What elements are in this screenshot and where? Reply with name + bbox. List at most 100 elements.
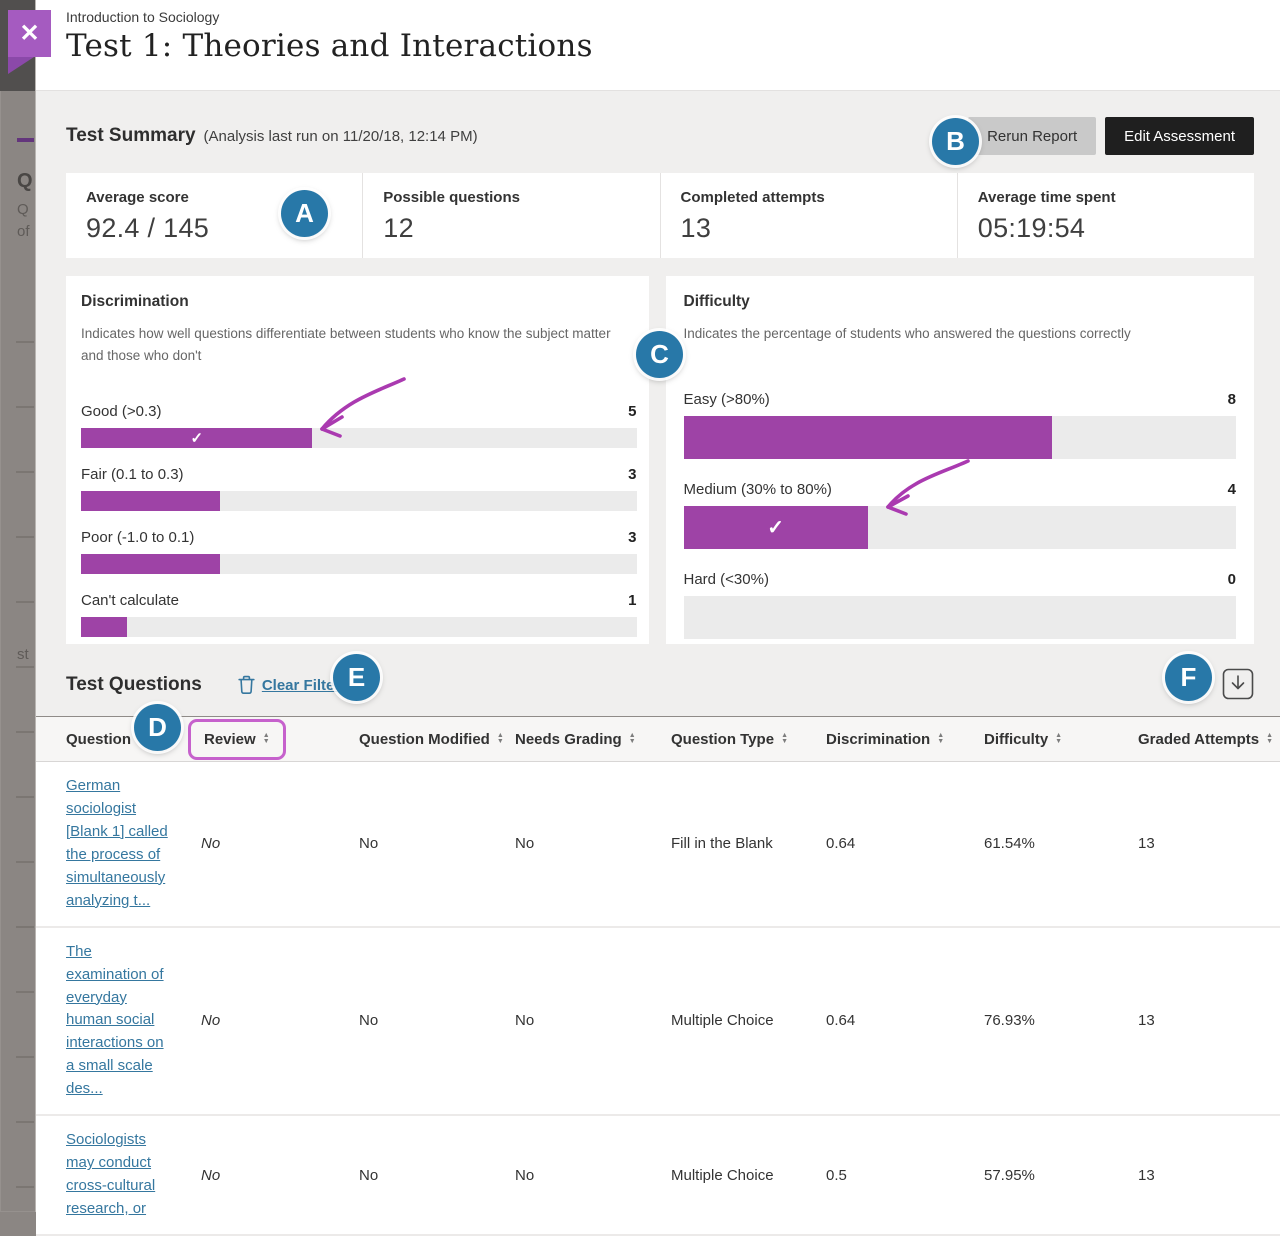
question-cell: German sociologist [Blank 1] called the … — [36, 775, 201, 913]
discrimination-chart: Discrimination Indicates how well questi… — [66, 276, 649, 644]
sort-icon: ▲▼ — [1055, 733, 1062, 745]
bar-track: ✓ — [81, 428, 637, 448]
discrimination-cell: 0.5 — [826, 1167, 984, 1184]
bar-count: 8 — [1228, 391, 1236, 408]
column-header-discrimination[interactable]: Discrimination ▲▼ — [826, 731, 984, 748]
table-row: The examination of everyday human social… — [36, 928, 1280, 1117]
summary-actions: Rerun Report Edit Assessment — [968, 117, 1254, 155]
stat-completed-attempts: Completed attempts 13 — [660, 173, 957, 258]
bar-category-label: Easy (>80%) — [684, 391, 770, 408]
question-modified-cell: No — [359, 835, 515, 852]
question-modified-cell: No — [359, 1167, 515, 1184]
needs-grading-cell: No — [515, 835, 671, 852]
column-label: Question Type — [671, 731, 774, 748]
column-label: Graded Attempts — [1138, 731, 1259, 748]
test-summary-bar: Test Summary (Analysis last run on 11/20… — [66, 115, 1254, 157]
bar-fill — [81, 491, 220, 511]
stat-label: Completed attempts — [681, 189, 937, 206]
sort-icon: ▲▼ — [497, 733, 504, 745]
discrimination-cell: 0.64 — [826, 1012, 984, 1029]
bar-group: Medium (30% to 80%)4✓ — [684, 481, 1237, 549]
discrimination-cell: 0.64 — [826, 835, 984, 852]
bar-track — [684, 416, 1237, 459]
sort-icon: ▲▼ — [629, 733, 636, 745]
test-summary-heading: Test Summary — [66, 125, 196, 147]
page: { "page": { "course": "Introduction to S… — [0, 0, 1280, 1212]
stat-possible-questions: Possible questions 12 — [362, 173, 659, 258]
check-icon: ✓ — [767, 515, 784, 540]
question-link[interactable]: The examination of everyday human social… — [66, 941, 173, 1102]
backdrop-text-fragment: Q — [17, 201, 29, 218]
bar-category-label: Good (>0.3) — [81, 403, 161, 420]
question-type-cell: Multiple Choice — [671, 1012, 826, 1029]
table-body: German sociologist [Blank 1] called the … — [36, 762, 1280, 1236]
bar-fill — [81, 617, 127, 637]
bar-category-label: Medium (30% to 80%) — [684, 481, 832, 498]
bar-track — [81, 491, 637, 511]
difficulty-cell: 57.95% — [984, 1167, 1138, 1184]
charts-row: Discrimination Indicates how well questi… — [66, 276, 1254, 644]
question-link[interactable]: German sociologist [Blank 1] called the … — [66, 775, 173, 913]
stat-label: Average score — [86, 189, 342, 206]
column-label: Difficulty — [984, 731, 1048, 748]
column-label: Review — [204, 731, 256, 748]
question-link[interactable]: Sociologists may conduct cross-cultural … — [66, 1129, 173, 1221]
graded-attempts-cell: 13 — [1138, 1167, 1280, 1184]
chart-title: Discrimination — [81, 293, 637, 311]
check-icon: ✓ — [190, 429, 203, 447]
needs-grading-cell: No — [515, 1012, 671, 1029]
review-cell: No — [201, 1167, 359, 1184]
review-cell: No — [201, 835, 359, 852]
review-cell: No — [201, 1012, 359, 1029]
backdrop-text-fragment: Q — [17, 170, 33, 193]
backdrop-divider-lines — [16, 278, 34, 1212]
close-ribbon-fold — [8, 57, 34, 74]
bar-count: 3 — [628, 529, 636, 546]
column-header-question-type[interactable]: Question Type ▲▼ — [671, 731, 826, 748]
stat-value: 92.4 / 145 — [86, 213, 342, 244]
question-type-cell: Multiple Choice — [671, 1167, 826, 1184]
bar-track: ✓ — [684, 506, 1237, 549]
test-questions-header: Test Questions Clear Filters — [66, 666, 1254, 704]
bar-fill — [684, 416, 1052, 459]
difficulty-cell: 76.93% — [984, 1012, 1138, 1029]
bar-category-label: Poor (-1.0 to 0.1) — [81, 529, 194, 546]
column-header-question-modified[interactable]: Question Modified ▲▼ — [359, 731, 515, 748]
difficulty-cell: 61.54% — [984, 835, 1138, 852]
close-icon: ✕ — [19, 19, 39, 48]
bar-group: Hard (<30%)0 — [684, 571, 1237, 639]
question-type-cell: Fill in the Blank — [671, 835, 826, 852]
column-label: Question Modified — [359, 731, 490, 748]
needs-grading-cell: No — [515, 1167, 671, 1184]
stat-value: 12 — [383, 213, 639, 244]
sort-icon: ▲▼ — [1266, 733, 1273, 745]
download-icon — [1222, 667, 1254, 701]
table-row: German sociologist [Blank 1] called the … — [36, 762, 1280, 928]
column-header-difficulty[interactable]: Difficulty ▲▼ — [984, 731, 1138, 748]
question-modified-cell: No — [359, 1012, 515, 1029]
chart-title: Difficulty — [684, 293, 1237, 311]
bar-track — [684, 596, 1237, 639]
column-header-graded-attempts[interactable]: Graded Attempts ▲▼ — [1138, 731, 1280, 748]
bar-category-label: Fair (0.1 to 0.3) — [81, 466, 184, 483]
backdrop-text-fragment: of — [17, 223, 30, 240]
clear-filters-link[interactable]: Clear Filters — [238, 675, 349, 695]
page-title: Test 1: Theories and Interactions — [66, 28, 1260, 64]
column-header-review[interactable]: Review ▲▼ — [201, 719, 359, 760]
download-report-button[interactable] — [1222, 667, 1254, 704]
panel-header: Introduction to Sociology Test 1: Theori… — [36, 0, 1280, 91]
close-panel-button[interactable]: ✕ — [8, 10, 51, 57]
rerun-report-button[interactable]: Rerun Report — [968, 117, 1096, 155]
backdrop-tab-underline — [17, 138, 34, 142]
sort-icon: ▲▼ — [263, 733, 270, 745]
column-header-question[interactable]: Question — [36, 731, 201, 748]
edit-assessment-button[interactable]: Edit Assessment — [1105, 117, 1254, 155]
column-header-needs-grading[interactable]: Needs Grading ▲▼ — [515, 731, 671, 748]
column-label: Needs Grading — [515, 731, 622, 748]
stat-label: Average time spent — [978, 189, 1234, 206]
bar-category-label: Can't calculate — [81, 592, 179, 609]
bar-group: Poor (-1.0 to 0.1) 3 — [81, 529, 637, 574]
bar-group: Can't calculate1 — [81, 592, 637, 637]
bar-track — [81, 554, 637, 574]
bar-group: Good (>0.3)5✓ — [81, 403, 637, 448]
